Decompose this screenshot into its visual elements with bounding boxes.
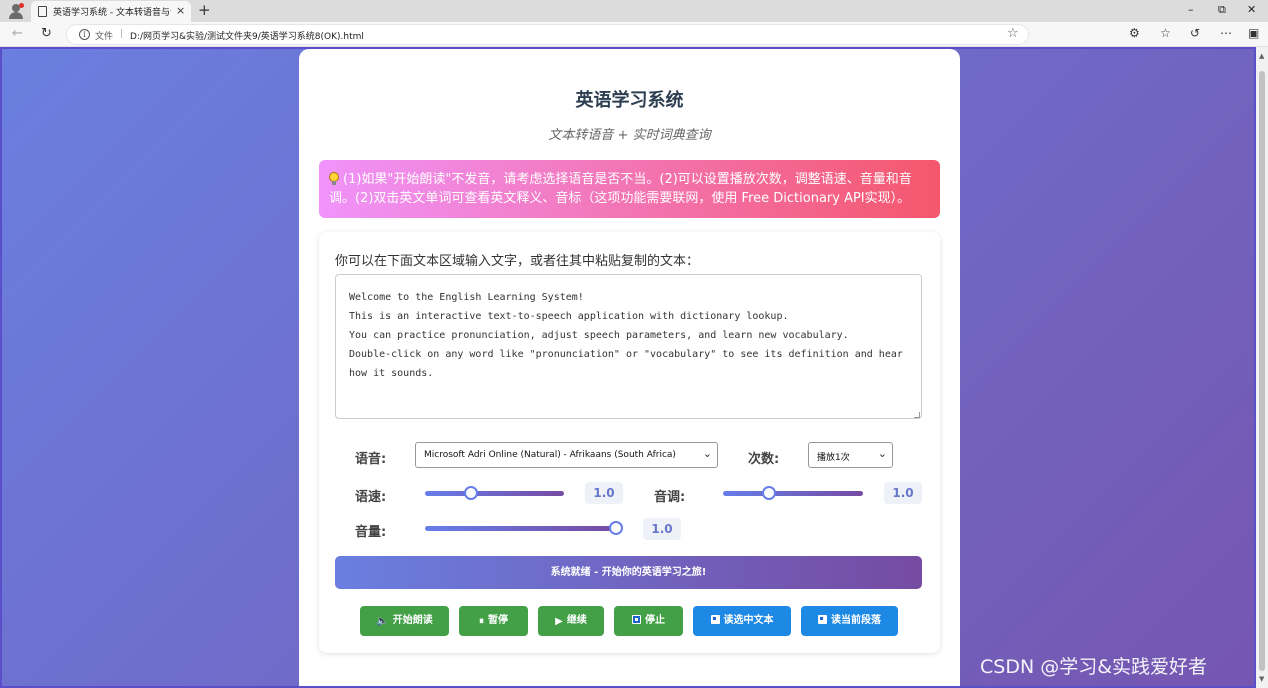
start-reading-label: 开始朗读 xyxy=(392,615,433,626)
chevron-down-icon: ⌄ xyxy=(877,447,887,460)
new-tab-icon[interactable]: + xyxy=(198,1,211,19)
read-paragraph-label: 读当前段落 xyxy=(831,615,881,626)
read-selected-label: 读选中文本 xyxy=(723,615,774,626)
tab-close-icon[interactable]: × xyxy=(176,4,185,18)
rate-label: 语速: xyxy=(355,490,387,505)
history-icon[interactable]: ↺ xyxy=(1190,26,1200,40)
page-icon xyxy=(818,615,827,624)
rate-slider-track xyxy=(425,491,564,496)
lightbulb-icon xyxy=(329,172,339,185)
volume-slider-track xyxy=(425,526,616,531)
minimize-icon[interactable]: – xyxy=(1188,3,1194,17)
scroll-down-icon[interactable]: ▼ xyxy=(1259,675,1264,683)
address-bar-row: ← ↻ i 文件 | D:/网页学习&实验/测试文件夹9/英语学习系统8(OK)… xyxy=(0,22,1268,47)
page-subtitle: 文本转语音 + 实时词典查询 xyxy=(548,128,711,143)
extensions-icon[interactable]: ⚙ xyxy=(1129,26,1140,40)
control-panel: 你可以在下面文本区域输入文字，或者往其中粘贴复制的文本： Welcome to … xyxy=(319,232,940,653)
volume-slider[interactable] xyxy=(425,521,623,535)
sidebar-icon[interactable]: ▣ xyxy=(1248,26,1259,40)
text-line: Double-click on any word like "pronuncia… xyxy=(349,349,903,360)
scroll-up-icon[interactable]: ▲ xyxy=(1259,52,1264,60)
profile-icon[interactable] xyxy=(8,3,24,19)
tab-title: 英语学习系统 - 文本转语音与词典 xyxy=(53,8,171,18)
pause-icon: ⏸ xyxy=(479,616,484,627)
address-bar[interactable]: i 文件 | D:/网页学习&实验/测试文件夹9/英语学习系统8(OK).htm… xyxy=(66,24,1029,45)
watermark: CSDN @学习&实践爱好者 xyxy=(980,656,1208,678)
pitch-value: 1.0 xyxy=(884,482,922,504)
voice-select[interactable]: Microsoft Adri Online (Natural) - Afrika… xyxy=(415,442,718,468)
page-viewport: 英语学习系统 文本转语音 + 实时词典查询 (1)如果"开始朗读"不发音，请考虑… xyxy=(0,47,1256,688)
pitch-slider-track xyxy=(723,491,863,496)
browser-tab[interactable]: 英语学习系统 - 文本转语音与词典 × xyxy=(31,1,191,22)
document-icon xyxy=(38,6,47,17)
back-icon[interactable]: ← xyxy=(12,27,23,41)
text-line: This is an interactive text-to-speech ap… xyxy=(349,311,789,322)
url-text[interactable]: D:/网页学习&实验/测试文件夹9/英语学习系统8(OK).html xyxy=(130,29,364,42)
times-select[interactable]: 播放1次 ⌄ xyxy=(808,442,893,468)
volume-value: 1.0 xyxy=(643,518,681,540)
page-title: 英语学习系统 xyxy=(575,90,684,111)
tip-text: (1)如果"开始朗读"不发音，请考虑选择语音是否不当。(2)可以设置播放次数，调… xyxy=(329,172,912,206)
text-line: how it sounds. xyxy=(349,368,434,379)
pause-button[interactable]: ⏸ 暂停 xyxy=(459,606,528,636)
stop-icon xyxy=(632,615,641,624)
chevron-down-icon: ⌄ xyxy=(702,447,712,460)
file-label: 文件 xyxy=(95,32,114,42)
pitch-slider-thumb[interactable] xyxy=(762,486,777,500)
tab-strip: 英语学习系统 - 文本转语音与词典 × + – ⧉ ✕ xyxy=(0,0,1268,22)
voice-label: 语音: xyxy=(355,452,387,467)
book-icon xyxy=(710,615,720,624)
resize-grip-icon[interactable] xyxy=(914,412,920,418)
rate-value: 1.0 xyxy=(585,482,623,504)
times-label: 次数: xyxy=(748,452,780,467)
play-icon: ▶ xyxy=(555,616,563,627)
restore-icon[interactable]: ⧉ xyxy=(1218,3,1226,17)
main-container: 英语学习系统 文本转语音 + 实时词典查询 (1)如果"开始朗读"不发音，请考虑… xyxy=(299,49,960,686)
rate-slider[interactable] xyxy=(425,486,564,500)
stop-button[interactable]: 停止 xyxy=(614,606,683,636)
resume-label: 继续 xyxy=(566,615,587,626)
stop-label: 停止 xyxy=(645,615,665,626)
rate-slider-thumb[interactable] xyxy=(463,486,478,500)
times-select-value: 播放1次 xyxy=(817,453,850,463)
pitch-slider[interactable] xyxy=(723,486,863,500)
vertical-scrollbar[interactable]: ▲ ▼ xyxy=(1256,47,1268,688)
info-icon[interactable]: i xyxy=(79,29,90,40)
separator: | xyxy=(120,29,124,39)
scrollbar-thumb[interactable] xyxy=(1259,71,1265,671)
volume-slider-thumb[interactable] xyxy=(609,521,623,535)
voice-select-value: Microsoft Adri Online (Natural) - Afrika… xyxy=(424,450,676,460)
tip-banner: (1)如果"开始朗读"不发音，请考虑选择语音是否不当。(2)可以设置播放次数，调… xyxy=(319,160,940,218)
read-paragraph-button[interactable]: 读当前段落 xyxy=(801,606,898,636)
reload-icon[interactable]: ↻ xyxy=(41,27,52,41)
text-line: You can practice pronunciation, adjust s… xyxy=(349,330,849,341)
window-close-icon[interactable]: ✕ xyxy=(1247,3,1256,17)
status-bar: 系统就绪 - 开始你的英语学习之旅! xyxy=(335,556,922,589)
speaker-icon: 🔈 xyxy=(376,616,389,627)
textarea-prompt: 你可以在下面文本区域输入文字，或者往其中粘贴复制的文本： xyxy=(335,254,700,269)
favorite-star-icon[interactable]: ☆ xyxy=(1007,26,1019,41)
text-line: Welcome to the English Learning System! xyxy=(349,292,584,303)
resume-button[interactable]: ▶ 继续 xyxy=(538,606,604,636)
text-input-area[interactable]: Welcome to the English Learning System! … xyxy=(335,274,922,419)
start-reading-button[interactable]: 🔈 开始朗读 xyxy=(360,606,449,636)
favorites-icon[interactable]: ☆ xyxy=(1160,26,1171,40)
more-menu-icon[interactable]: ⋯ xyxy=(1220,26,1232,40)
pause-label: 暂停 xyxy=(488,615,508,626)
read-selected-button[interactable]: 读选中文本 xyxy=(693,606,791,636)
pitch-label: 音调: xyxy=(654,490,686,505)
volume-label: 音量: xyxy=(355,525,387,540)
